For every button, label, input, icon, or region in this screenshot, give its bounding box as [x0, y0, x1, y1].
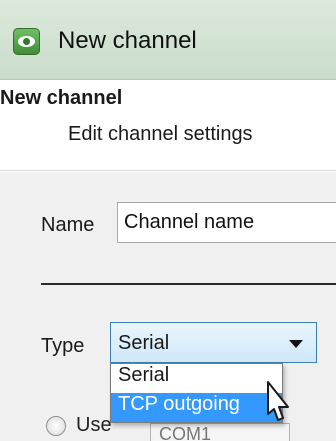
port-value: COM1 — [159, 424, 212, 441]
type-option-serial[interactable]: Serial — [111, 364, 282, 393]
title-bar: New channel — [0, 0, 336, 80]
separator — [41, 283, 336, 285]
type-dropdown[interactable]: Serial — [110, 322, 317, 363]
page-title: New channel — [0, 87, 123, 109]
dropdown-arrow-icon[interactable] — [289, 340, 303, 348]
name-input[interactable] — [117, 202, 336, 243]
mouse-cursor-icon — [267, 381, 289, 421]
type-label: Type — [41, 335, 85, 357]
header-panel: New channel Edit channel settings — [0, 81, 336, 171]
window-title: New channel — [58, 27, 197, 54]
type-option-tcp-outgoing[interactable]: TCP outgoing — [111, 393, 282, 422]
page-subtitle: Edit channel settings — [68, 123, 253, 145]
use-radio[interactable] — [46, 416, 66, 436]
eye-icon — [13, 28, 40, 55]
type-dropdown-list: Serial TCP outgoing — [110, 363, 283, 423]
name-label: Name — [41, 214, 95, 236]
type-selected-value: Serial — [118, 332, 170, 354]
use-label: Use — [76, 414, 112, 436]
